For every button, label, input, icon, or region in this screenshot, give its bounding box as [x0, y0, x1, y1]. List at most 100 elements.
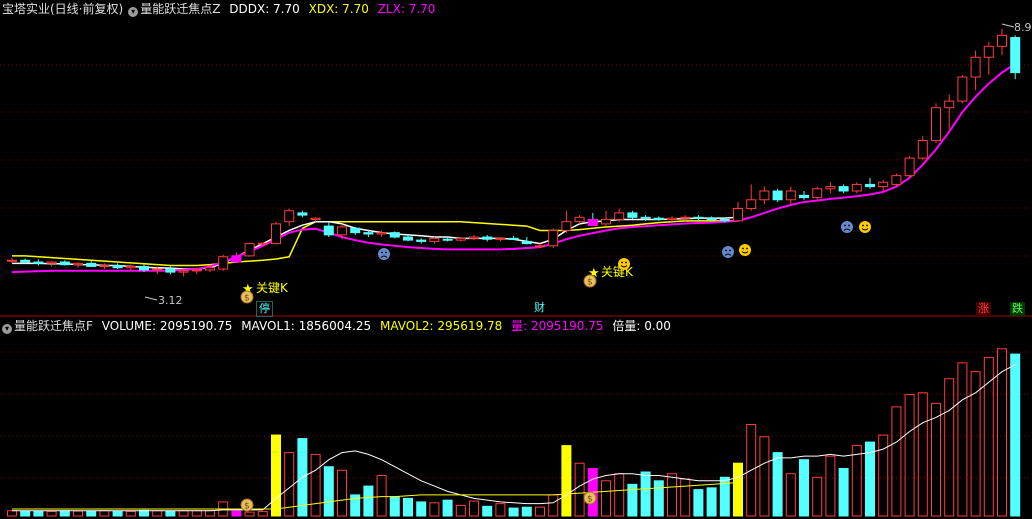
- volume-bar: [73, 510, 83, 517]
- volume-bar: [1010, 353, 1021, 517]
- candle-body: [389, 232, 400, 238]
- candle-body: [350, 227, 361, 234]
- volume-bar: [693, 489, 704, 517]
- candle-body: [561, 221, 572, 231]
- candle-body: [548, 229, 559, 247]
- volume-bar: [442, 499, 453, 517]
- badge-die[interactable]: 跌: [1010, 302, 1025, 316]
- sad-face-icon-eye: [385, 251, 387, 254]
- sad-face-icon: [722, 246, 734, 258]
- volume-bar: [785, 473, 796, 517]
- candle-body: [970, 56, 981, 78]
- candle-body: [812, 188, 823, 199]
- volume-bar: [403, 497, 413, 517]
- candle-body: [706, 217, 717, 221]
- candle-body: [614, 212, 625, 221]
- volume-bar: [521, 506, 532, 517]
- volume-bar: [812, 476, 823, 517]
- candle-body: [20, 259, 31, 263]
- volume-bar: [653, 480, 664, 517]
- candle-body: [865, 183, 875, 188]
- volume-bar: [640, 471, 651, 517]
- candle-body: [152, 268, 163, 271]
- volume-bar: [86, 510, 97, 517]
- candle-body: [838, 186, 849, 192]
- candle-body: [125, 265, 136, 269]
- volume-bar: [429, 502, 440, 517]
- candle-body: [997, 34, 1007, 47]
- candle-body: [521, 240, 532, 245]
- badge-zhang[interactable]: 涨: [976, 302, 991, 316]
- volume-bar: [178, 510, 189, 517]
- happy-face-icon-eye: [746, 247, 748, 250]
- candle-body: [627, 212, 638, 218]
- candle-body: [469, 236, 479, 239]
- money-bag-icon-sign: $: [244, 502, 250, 512]
- candle-body: [271, 223, 281, 245]
- candle-body: [429, 237, 440, 242]
- volume-bar: [904, 394, 915, 517]
- candle-body: [601, 219, 611, 225]
- volume-bar: [337, 469, 347, 517]
- volume-bar: [469, 500, 479, 517]
- happy-face-icon: [739, 244, 751, 256]
- signal-text-1: 关键K: [256, 281, 289, 295]
- volume-bar: [33, 510, 44, 517]
- candle-body: [442, 238, 453, 241]
- volume-bar: [917, 392, 928, 517]
- candle-body: [139, 265, 149, 271]
- candle-body: [931, 107, 941, 142]
- candle-body: [653, 217, 664, 221]
- price-volume-chart[interactable]: 8.93.12关键K关键K★★$$$$: [0, 0, 1032, 519]
- volume-bar: [706, 487, 717, 517]
- marker-cai: 财: [534, 301, 545, 314]
- candle-body: [640, 216, 651, 219]
- high-price-label: 8.9: [1014, 21, 1032, 34]
- volume-bar: [125, 510, 136, 517]
- zlx-line: [11, 63, 1016, 274]
- candle-body: [759, 190, 770, 201]
- candle-body: [680, 216, 691, 219]
- candle-body: [693, 216, 704, 219]
- candle-body: [983, 45, 994, 58]
- candle-body: [284, 210, 295, 223]
- candle-body: [218, 256, 229, 270]
- candle-body: [851, 183, 862, 192]
- volume-bar: [772, 452, 783, 517]
- volume-bar: [667, 473, 677, 517]
- volume-bar: [957, 362, 968, 517]
- candle-body: [574, 216, 585, 223]
- volume-bar: [99, 510, 110, 517]
- volume-bar: [799, 459, 809, 517]
- candle-body: [310, 217, 321, 221]
- volume-bar: [983, 357, 994, 517]
- candle-body: [772, 190, 783, 201]
- candle-body: [7, 259, 17, 262]
- sad-face-icon: [841, 221, 853, 233]
- volume-bar: [614, 473, 625, 517]
- volume-bar: [231, 510, 242, 517]
- volume-bar: [482, 505, 493, 517]
- volume-bar: [59, 510, 70, 517]
- volume-bar: [548, 494, 559, 517]
- happy-face-icon-eye: [862, 224, 864, 227]
- volume-bar: [838, 467, 849, 517]
- volume-bar: [376, 475, 387, 517]
- candle-body: [165, 268, 176, 273]
- volume-bar: [416, 501, 427, 517]
- candle-body: [482, 236, 493, 240]
- candle-body: [878, 181, 889, 188]
- sad-face-icon-eye: [729, 249, 731, 252]
- candle-body: [244, 243, 255, 257]
- candle-body: [297, 212, 308, 216]
- candle-body: [733, 208, 743, 222]
- volume-bar: [7, 510, 17, 517]
- candle-body: [455, 237, 466, 241]
- candle-body: [403, 236, 413, 241]
- candle-body: [957, 76, 968, 102]
- candle-body: [917, 140, 928, 159]
- volume-bar: [244, 511, 255, 517]
- candle-body: [944, 100, 955, 109]
- happy-face-icon-eye: [866, 224, 868, 227]
- volume-bar: [323, 466, 334, 517]
